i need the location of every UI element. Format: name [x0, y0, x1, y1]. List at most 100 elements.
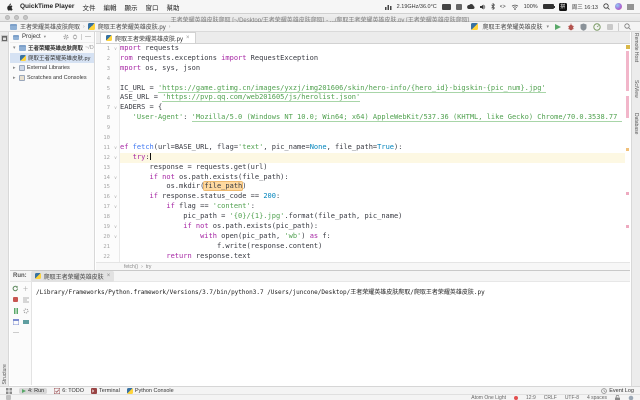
indent-setting[interactable]: 4 spaces	[587, 395, 607, 400]
spotlight-search-icon[interactable]	[603, 3, 610, 10]
code-line[interactable]: BASE_URL = 'https://pvp.qq.com/web201605…	[120, 93, 625, 103]
close-tab-icon[interactable]: ×	[107, 273, 111, 279]
theme-notification[interactable]: Atom One Light	[471, 395, 506, 400]
gutter-line[interactable]: 7 ∨	[96, 103, 119, 113]
code-line[interactable]: try:	[120, 152, 625, 163]
gutter-line[interactable]: 8	[96, 113, 119, 123]
code-line[interactable]: 'User-Agent': 'Mozilla/5.0 (Windows NT 1…	[120, 113, 625, 123]
siri-icon[interactable]	[615, 3, 622, 10]
gutter-line[interactable]: 2	[96, 54, 119, 64]
toolwindow-terminal-button[interactable]: Terminal	[91, 387, 120, 394]
menu-app-name[interactable]: QuickTime Player	[20, 3, 74, 10]
gutter-line[interactable]: 11 ∨	[96, 143, 119, 153]
tree-scratches-row[interactable]: ▸ Scratches and Consoles	[10, 73, 94, 83]
toolwindow-switcher-icon[interactable]	[6, 387, 12, 394]
run-button[interactable]	[553, 22, 562, 31]
lock-icon[interactable]	[615, 394, 620, 400]
code-line[interactable]: import requests	[120, 44, 625, 54]
inspection-indicator[interactable]	[626, 45, 630, 49]
coverage-button[interactable]	[579, 22, 588, 31]
project-panel-title[interactable]: Project	[22, 34, 41, 40]
gutter-line[interactable]: 19 ∨	[96, 222, 119, 232]
code-line[interactable]: import os, sys, json	[120, 64, 625, 74]
pause-output-button[interactable]	[12, 307, 19, 314]
tree-root-row[interactable]: ▾ 王者荣耀英雄皮肤爬取 ~/Desktop	[10, 43, 94, 53]
fold-icon[interactable]: ∨	[112, 105, 119, 111]
chevron-down-icon[interactable]: ▾	[44, 34, 46, 40]
tree-file-row-selected[interactable]: 爬取王者荣耀英雄皮肤.py	[10, 53, 94, 63]
caret-position[interactable]: 12:9	[526, 395, 536, 400]
code-line[interactable]: from requests.exceptions import RequestE…	[120, 54, 625, 64]
notification-center-icon[interactable]	[627, 4, 634, 10]
fold-icon[interactable]: ∨	[112, 194, 119, 200]
toolwindow-python-console-button[interactable]: Python Console	[126, 387, 174, 394]
tree-external-libraries-row[interactable]: ▸ External Libraries	[10, 63, 94, 73]
gutter-line[interactable]: 12 ∨	[96, 153, 119, 163]
soft-wrap-button[interactable]	[22, 296, 29, 303]
toolwindow-run-button[interactable]: 4: Run	[19, 387, 48, 394]
stop-process-button[interactable]	[12, 296, 19, 303]
stripe-mark[interactable]	[626, 51, 629, 91]
notification-dot-icon[interactable]	[514, 395, 519, 400]
profiler-button[interactable]	[592, 22, 601, 31]
code-line[interactable]: pic_path = '{0}/{1}.jpg'.format(file_pat…	[120, 212, 625, 222]
stripe-mark[interactable]	[626, 148, 629, 151]
event-log-button[interactable]: Event Log	[601, 388, 634, 394]
hide-panel-icon[interactable]: —	[85, 34, 91, 40]
collapsed-arrow-icon[interactable]: ▸	[13, 65, 17, 71]
gutter-line[interactable]: 22	[96, 252, 119, 262]
gutter-line[interactable]: 5	[96, 84, 119, 94]
collapsed-arrow-icon[interactable]: ▸	[13, 75, 17, 81]
code-line[interactable]: if not os.path.exists(pic_path):	[120, 222, 625, 232]
menu-item[interactable]: 編輯	[103, 5, 116, 12]
gutter-line[interactable]: 9	[96, 123, 119, 133]
fold-icon[interactable]: ∨	[112, 234, 119, 240]
settings-gear-icon[interactable]	[22, 307, 29, 314]
gutter-line[interactable]: 1 ∨	[96, 44, 119, 54]
rerun-button[interactable]	[12, 285, 19, 292]
breadcrumb-project[interactable]: 王者荣耀英雄皮肤爬取	[20, 22, 80, 31]
stripe-mark[interactable]	[626, 225, 629, 228]
gutter-line[interactable]: 21	[96, 242, 119, 252]
apple-logo-icon[interactable]	[6, 3, 13, 11]
cpu-widget-text[interactable]: 2.19GHz/36.0°C	[397, 4, 437, 10]
up-stack-trace-button[interactable]: ＋	[22, 285, 29, 293]
fold-icon[interactable]: ∨	[112, 224, 119, 230]
fold-icon[interactable]: ∨	[112, 204, 119, 210]
code-editor[interactable]: 1 ∨ 2 3 4 5 6 7 ∨ 8 9 10 11 ∨ 12 ∨ 13 14 ∨ 15 16 ∨ 17 ∨ 18 19 ∨ 20 ∨…	[96, 44, 630, 262]
code-line[interactable]	[120, 74, 625, 84]
gutter-line[interactable]: 13	[96, 163, 119, 173]
menu-item[interactable]: 窗口	[145, 5, 158, 12]
debug-button[interactable]	[566, 22, 575, 31]
search-everywhere-icon[interactable]	[623, 22, 632, 31]
wifi-icon[interactable]	[511, 4, 519, 10]
code-line[interactable]: def fetch(url=BASE_URL, flag='text', pic…	[120, 143, 625, 153]
code-line[interactable]: }	[120, 123, 625, 133]
bluetooth-icon[interactable]	[491, 3, 495, 10]
editor-code[interactable]: import requestsfrom requests.exceptions …	[120, 44, 625, 262]
stripe-mark[interactable]	[626, 96, 629, 118]
code-line[interactable]: with open(pic_path, 'wb') as f:	[120, 232, 625, 242]
breadcrumb-file[interactable]: 爬取王者荣耀英雄皮肤.py	[98, 22, 166, 31]
stats-graph-icon[interactable]	[384, 4, 392, 10]
gutter-line[interactable]: 17 ∨	[96, 202, 119, 212]
menu-item[interactable]: 文件	[82, 5, 95, 12]
code-line[interactable]	[120, 133, 625, 143]
code-line[interactable]: if not os.path.exists(file_path):	[120, 173, 625, 183]
code-line[interactable]: if flag == 'content':	[120, 202, 625, 212]
gutter-line[interactable]: 18	[96, 212, 119, 222]
close-tab-icon[interactable]: ×	[186, 35, 190, 41]
volume-icon[interactable]	[479, 4, 486, 10]
meter-widget-icon[interactable]	[455, 3, 462, 10]
restore-layout-button[interactable]	[12, 318, 19, 325]
run-console-output[interactable]: /Library/Frameworks/Python.framework/Ver…	[36, 287, 626, 296]
code-line[interactable]: response = requests.get(url)	[120, 163, 625, 173]
fold-icon[interactable]: ∨	[112, 155, 119, 161]
gutter-line[interactable]: 10	[96, 133, 119, 143]
gutter-line[interactable]: 20 ∨	[96, 232, 119, 242]
code-line[interactable]: PIC_URL = 'https://game.gtimg.cn/images/…	[120, 83, 625, 94]
battery-icon[interactable]	[542, 4, 555, 9]
fold-icon[interactable]: ∨	[112, 175, 119, 181]
scroll-to-end-button[interactable]	[22, 318, 29, 325]
breadcrumb-block[interactable]: try	[146, 264, 152, 270]
